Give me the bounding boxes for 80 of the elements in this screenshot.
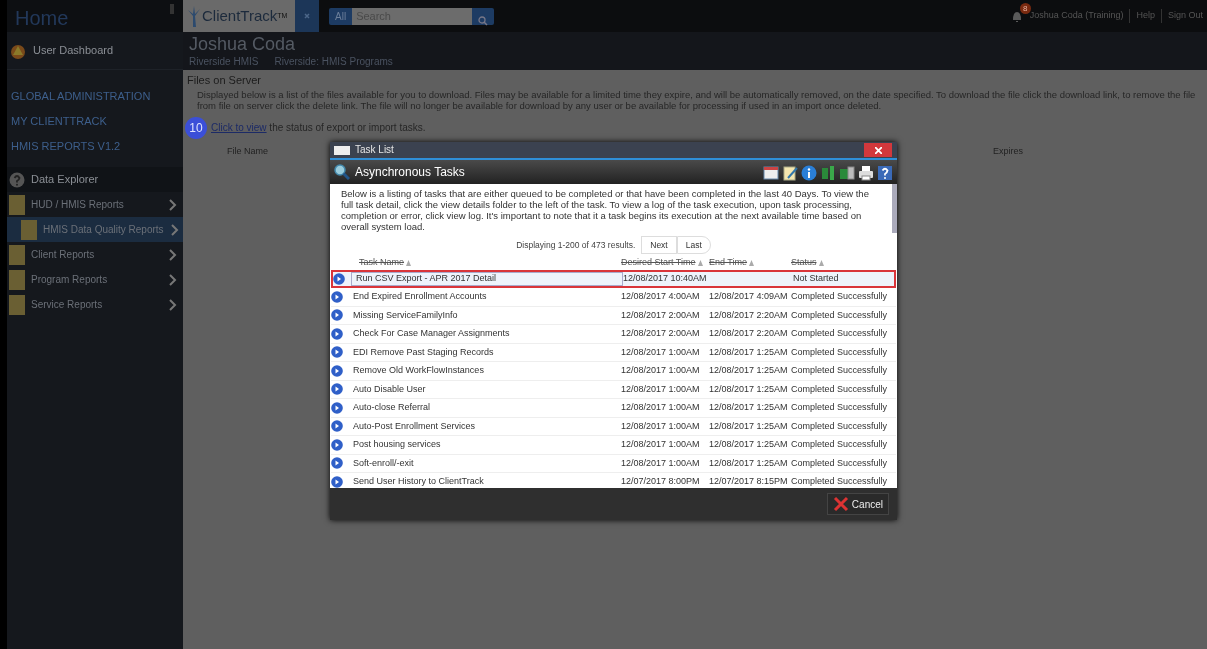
table-cell-text: Not Started: [793, 272, 840, 286]
cancel-button[interactable]: Cancel: [826, 493, 889, 516]
table-row[interactable]: Check For Case Manager Assignments 12/08/2017 2:00AM 12/08/2017 2:20AM Completed Successfully: [331, 325, 896, 344]
table-cell-text: Completed Successfully: [791, 382, 889, 396]
table-cell-text: 12/08/2017 1:00AM: [621, 382, 701, 396]
table-row[interactable]: Auto-Post Enrollment Services 12/08/2017 1:00AM 12/08/2017 1:25AM Completed Successfully: [331, 417, 896, 437]
step-badge: 10: [185, 116, 207, 139]
table-row[interactable]: Auto Disable User 12/08/2017 1:00AM 12/08/2017 1:25AM Completed Successfully: [331, 380, 896, 400]
table-cell-text: Completed Successfully: [791, 345, 889, 359]
sidebar-item[interactable]: Program Reports: [7, 267, 183, 292]
table-cell-text: 12/08/2017 2:00AM: [621, 308, 701, 322]
column-header[interactable]: Desired Start Time: [621, 256, 709, 270]
table-row[interactable]: Auto-close Referral 12/08/2017 1:00AM 12/08/2017 1:25AM Completed Successfully: [331, 399, 896, 418]
table-row[interactable]: End Expired Enrollment Accounts 12/08/2017 4:00AM 12/08/2017 4:09AM Completed Successfully: [331, 288, 896, 307]
task-name[interactable]: Auto-Post Enrollment Services: [349, 417, 621, 436]
table-cell-text: 12/08/2017 1:00AM: [621, 456, 701, 470]
table-cell-text: 12/08/2017 2:20AM: [709, 327, 789, 341]
table-cell-text: Completed Successfully: [791, 419, 889, 433]
table-cell-text: 12/08/2017 1:25AM: [709, 364, 789, 378]
notification-badge: 8: [1019, 3, 1031, 14]
sidebar-item[interactable]: Client Reports: [7, 242, 183, 267]
table-row[interactable]: EDI Remove Past Staging Records 12/08/2017 1:00AM 12/08/2017 1:25AM Completed Successfully: [331, 343, 896, 363]
table-row[interactable]: Soft-enroll/-exit 12/08/2017 1:00AM 12/08/2017 1:25AM Completed Successfully: [331, 454, 896, 474]
pager-button[interactable]: Next: [641, 235, 677, 255]
task-name[interactable]: Run CSV Export - APR 2017 Detail: [351, 271, 623, 287]
table-cell-text: Completed Successfully: [791, 327, 889, 341]
table-cell-text: 12/08/2017 1:25AM: [709, 345, 789, 359]
task-name[interactable]: Auto Disable User: [349, 380, 621, 399]
task-name[interactable]: Post housing services: [349, 436, 621, 454]
table-cell-text: 12/07/2017 8:00PM: [621, 475, 701, 489]
table-cell-text: Completed Successfully: [791, 364, 889, 378]
table-cell-text: 12/08/2017 1:00AM: [621, 401, 701, 415]
task-name[interactable]: Check For Case Manager Assignments: [349, 325, 621, 343]
task-name[interactable]: Soft-enroll/-exit: [349, 454, 621, 473]
table-cell-text: 12/08/2017 1:25AM: [709, 456, 789, 470]
table-cell-text: 12/08/2017 1:25AM: [709, 419, 789, 433]
table-row[interactable]: Remove Old WorkFlowInstances 12/08/2017 1:00AM 12/08/2017 1:25AM Completed Successfully: [331, 362, 896, 381]
section-title: Files on Server: [187, 73, 262, 88]
table-cell-text: Completed Successfully: [791, 456, 889, 470]
table-cell-text: Completed Successfully: [791, 475, 889, 489]
table-row[interactable]: Missing ServiceFamilyInfo 12/08/2017 2:00AM 12/08/2017 2:20AM Completed Successfully: [331, 306, 896, 326]
table-cell-text: Completed Successfully: [791, 438, 889, 452]
pager-button[interactable]: Last: [676, 235, 711, 255]
home-title: Home: [15, 6, 69, 29]
table-cell-text: 12/08/2017 10:40AM: [623, 272, 708, 286]
table-cell-text: 12/07/2017 8:15PM: [709, 475, 789, 489]
table-row[interactable]: Post housing services 12/08/2017 1:00AM 12/08/2017 1:25AM Completed Successfully: [331, 436, 896, 455]
task-name[interactable]: End Expired Enrollment Accounts: [349, 288, 621, 306]
table-cell-text: 12/08/2017 1:00AM: [621, 419, 701, 433]
sidebar-item[interactable]: Service Reports: [7, 292, 183, 317]
sidebar-item[interactable]: HUD / HMIS Reports: [7, 192, 183, 217]
table-cell-text: 12/08/2017 1:25AM: [709, 401, 789, 415]
table-row[interactable]: Run CSV Export - APR 2017 Detail 12/08/2017 10:40AM Not Started: [331, 269, 896, 289]
logo[interactable]: ClientTrack$^{TM}$: [183, 0, 295, 32]
table-cell-text: 12/08/2017 1:00AM: [621, 345, 701, 359]
task-name[interactable]: Send User History to ClientTrack: [349, 473, 621, 489]
table-cell-text: Completed Successfully: [791, 308, 889, 322]
client-name: Joshua Coda: [189, 34, 297, 54]
column-header[interactable]: Task Name: [349, 256, 621, 270]
task-name[interactable]: Auto-close Referral: [349, 399, 621, 417]
table-cell-text: 12/08/2017 1:25AM: [709, 382, 789, 396]
task-name[interactable]: EDI Remove Past Staging Records: [349, 343, 621, 362]
table-cell-text: 12/08/2017 4:09AM: [709, 290, 789, 304]
table-cell-text: Completed Successfully: [791, 290, 889, 304]
task-name[interactable]: Missing ServiceFamilyInfo: [349, 306, 621, 325]
table-cell-text: 12/08/2017 1:25AM: [709, 438, 789, 452]
table-cell-text: 12/08/2017 1:00AM: [621, 438, 701, 452]
dialog-title: Task List: [355, 143, 394, 158]
task-name[interactable]: Remove Old WorkFlowInstances: [349, 362, 621, 380]
table-cell-text: 12/08/2017 2:20AM: [709, 308, 789, 322]
dashboard-link[interactable]: User Dashboard: [33, 42, 114, 59]
table-cell-text: 12/08/2017 1:00AM: [621, 364, 701, 378]
column-header[interactable]: Status: [791, 256, 896, 270]
dialog-header: Asynchronous Tasks: [355, 163, 465, 181]
explorer-label: Data Explorer: [31, 172, 99, 188]
table-cell-text: 12/08/2017 4:00AM: [621, 290, 701, 304]
table-cell-text: Completed Successfully: [791, 401, 889, 415]
table-cell-text: 12/08/2017 2:00AM: [621, 327, 701, 341]
column-header[interactable]: End Time: [709, 256, 791, 270]
results-count: Displaying 1-200 of 473 results.: [516, 238, 636, 252]
